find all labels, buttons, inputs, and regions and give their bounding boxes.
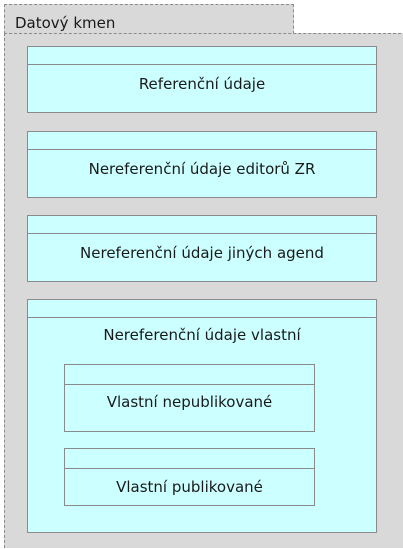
box-nereferencni-jinych-agend: Nereferenční údaje jiných agend	[27, 215, 377, 282]
box-vlastni-nepublikovane: Vlastní nepublikované	[64, 364, 315, 432]
box-referencni-udaje: Referenční údaje	[27, 46, 377, 113]
package-title: Datový kmen	[15, 14, 116, 32]
box-header-bar	[65, 365, 314, 385]
box-header-bar	[28, 216, 376, 234]
box-nereferencni-editoru: Nereferenční údaje editorů ZR	[27, 131, 377, 198]
box-label: Referenční údaje	[138, 75, 266, 93]
box-header-bar	[28, 47, 376, 65]
box-label: Vlastní publikované	[116, 478, 263, 496]
box-header-bar	[28, 132, 376, 150]
box-nereferencni-vlastni: Nereferenční údaje vlastní Vlastní nepub…	[27, 299, 377, 533]
box-label: Nereferenční údaje editorů ZR	[88, 160, 316, 178]
box-label: Nereferenční údaje jiných agend	[80, 244, 324, 262]
box-header-bar	[65, 449, 314, 469]
box-label: Vlastní nepublikované	[106, 393, 273, 411]
box-label: Nereferenční údaje vlastní	[103, 326, 301, 344]
box-header-bar	[28, 300, 376, 318]
box-vlastni-publikovane: Vlastní publikované	[64, 448, 315, 506]
package-tab: Datový kmen	[4, 4, 294, 34]
